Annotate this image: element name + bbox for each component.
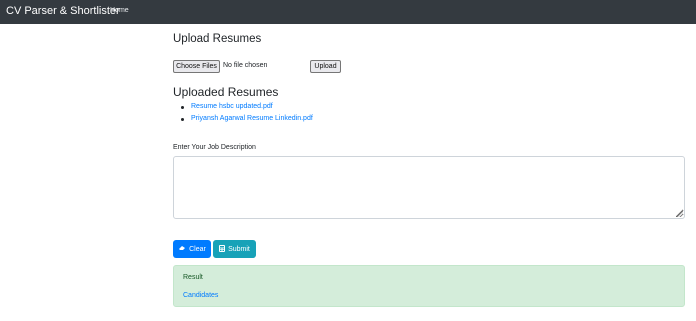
uploaded-resumes-heading: Uploaded Resumes (173, 85, 279, 99)
app-brand[interactable]: CV Parser & Shortlister (6, 5, 120, 17)
bullet-icon (181, 106, 184, 109)
result-label: Result (183, 274, 203, 281)
candidates-link[interactable]: Candidates (183, 292, 218, 299)
calculator-icon (219, 244, 226, 254)
nav-home-link[interactable]: Home (110, 7, 129, 14)
list-item: Priyansh Agarwal Resume Linkedin.pdf (181, 113, 313, 125)
upload-resumes-heading: Upload Resumes (173, 33, 262, 45)
choose-files-button[interactable]: Choose Files (173, 60, 220, 73)
job-description-label: Enter Your Job Description (173, 144, 256, 151)
clear-button-label: Clear (189, 245, 206, 253)
upload-button[interactable]: Upload (310, 60, 341, 73)
submit-button[interactable]: Submit (213, 240, 256, 258)
job-description-textarea[interactable] (173, 156, 685, 219)
resize-handle-icon[interactable] (677, 211, 683, 217)
clear-button[interactable]: Clear (173, 240, 211, 258)
no-file-chosen-text: No file chosen (223, 62, 268, 69)
submit-button-label: Submit (228, 245, 250, 253)
bullet-icon (181, 118, 184, 121)
uploaded-files-list: Resume hsbc updated.pdf Priyansh Agarwal… (181, 101, 313, 125)
resume-file-link[interactable]: Resume hsbc updated.pdf (191, 103, 273, 110)
list-item: Resume hsbc updated.pdf (181, 101, 313, 113)
top-navbar: CV Parser & Shortlister Home (0, 0, 696, 24)
result-panel: Result Candidates (173, 265, 685, 307)
eraser-icon (178, 245, 186, 253)
resume-file-link[interactable]: Priyansh Agarwal Resume Linkedin.pdf (191, 115, 313, 122)
